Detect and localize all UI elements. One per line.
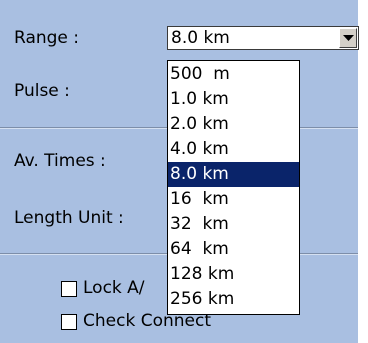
range-option[interactable]: 32 km <box>168 212 299 237</box>
range-combobox-value: 8.0 km <box>171 28 230 48</box>
range-option[interactable]: 2.0 km <box>168 112 299 137</box>
chevron-down-icon <box>343 35 354 41</box>
range-dropdown-list[interactable]: 500 m 1.0 km 2.0 km 4.0 km 8.0 km 16 km … <box>167 60 300 315</box>
lock-checkbox-label: Lock A/ <box>83 278 145 298</box>
lock-checkbox[interactable] <box>61 281 77 297</box>
range-combobox[interactable]: 8.0 km <box>167 26 359 50</box>
range-option[interactable]: 8.0 km <box>168 162 299 187</box>
range-option[interactable]: 16 km <box>168 187 299 212</box>
range-dropdown-button[interactable] <box>339 28 357 48</box>
range-option[interactable]: 500 m <box>168 62 299 87</box>
length-unit-label: Length Unit : <box>14 208 124 228</box>
range-label: Range : <box>14 28 80 48</box>
pulse-label: Pulse : <box>14 81 70 101</box>
range-option[interactable]: 64 km <box>168 237 299 262</box>
range-option[interactable]: 4.0 km <box>168 137 299 162</box>
settings-panel: Range : Pulse : Av. Times : Length Unit … <box>0 0 359 343</box>
range-option[interactable]: 128 km <box>168 262 299 287</box>
range-option[interactable]: 256 km <box>168 287 299 312</box>
check-connect-checkbox[interactable] <box>61 314 77 330</box>
range-option[interactable]: 1.0 km <box>168 87 299 112</box>
av-times-label: Av. Times : <box>14 151 106 171</box>
